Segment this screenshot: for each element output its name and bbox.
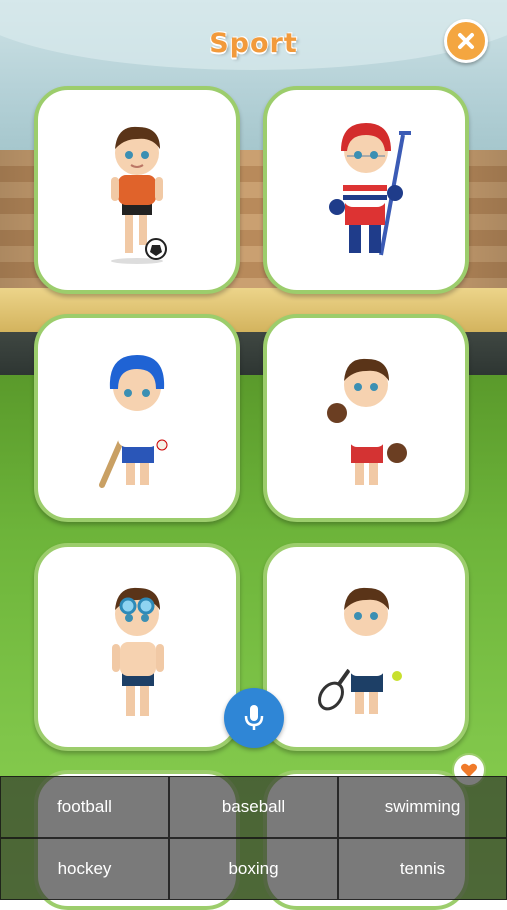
microphone-button[interactable] <box>224 688 284 748</box>
answer-boxing[interactable]: boxing <box>169 838 338 900</box>
card-soccer-boy[interactable] <box>34 86 240 294</box>
hockey-boy-icon <box>329 123 411 256</box>
soccer-boy-icon <box>111 126 167 264</box>
card-tennis-boy[interactable] <box>263 543 469 751</box>
boxing-boy-icon <box>327 358 407 485</box>
answer-football[interactable]: football <box>0 776 169 838</box>
page-title: Sport <box>209 28 298 59</box>
close-button[interactable] <box>444 19 488 63</box>
answer-swimming[interactable]: swimming <box>338 776 507 838</box>
baseball-boy-icon <box>99 355 168 488</box>
answer-hockey[interactable]: hockey <box>0 838 169 900</box>
swimming-boy-icon <box>112 587 164 716</box>
microphone-icon <box>244 705 264 730</box>
answer-options: football baseball swimming hockey boxing… <box>0 776 507 900</box>
card-swimming-boy[interactable] <box>34 543 240 751</box>
card-hockey-boy[interactable] <box>263 86 469 294</box>
close-icon <box>458 33 474 49</box>
card-baseball-boy[interactable] <box>34 314 240 522</box>
card-boxing-boy[interactable] <box>263 314 469 522</box>
answer-baseball[interactable]: baseball <box>169 776 338 838</box>
tennis-boy-icon <box>318 587 402 714</box>
answer-tennis[interactable]: tennis <box>338 838 507 900</box>
